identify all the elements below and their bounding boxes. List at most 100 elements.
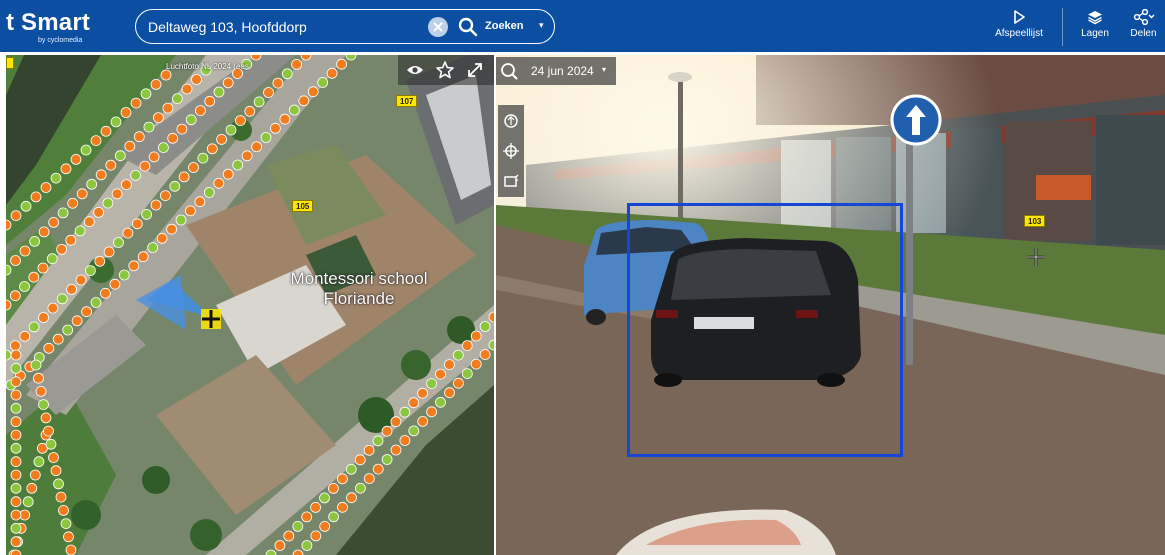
recording-point[interactable] — [10, 389, 22, 401]
recording-point[interactable] — [381, 425, 393, 437]
recording-point[interactable] — [336, 473, 348, 485]
recording-point[interactable] — [10, 469, 22, 481]
recording-point[interactable] — [279, 113, 291, 125]
recording-point[interactable] — [310, 530, 322, 542]
recording-point[interactable] — [38, 312, 49, 323]
recording-point[interactable] — [336, 58, 348, 70]
recording-point[interactable] — [326, 67, 338, 79]
recording-point[interactable] — [48, 452, 59, 463]
recording-point[interactable] — [10, 349, 22, 361]
measure-button[interactable] — [501, 141, 521, 161]
address-tag[interactable]: 103 — [1024, 215, 1046, 227]
layers-button[interactable]: Lagen — [1072, 6, 1118, 48]
recording-point[interactable] — [67, 197, 79, 209]
recording-point[interactable] — [100, 125, 112, 137]
recording-point[interactable] — [10, 210, 22, 222]
recording-point[interactable] — [251, 141, 263, 153]
recording-point[interactable] — [131, 218, 143, 230]
recording-point[interactable] — [292, 549, 304, 555]
recording-point[interactable] — [435, 396, 446, 408]
recording-point[interactable] — [10, 255, 21, 266]
recording-point[interactable] — [74, 225, 86, 237]
recording-point[interactable] — [241, 150, 253, 162]
recording-point[interactable] — [100, 287, 111, 299]
recording-point[interactable] — [83, 216, 95, 228]
recording-point[interactable] — [298, 95, 310, 107]
recording-point[interactable] — [26, 482, 38, 494]
snapshot-button[interactable] — [501, 171, 521, 191]
search-input[interactable]: Deltaweg 103, Hoofddorp — [148, 19, 307, 35]
recording-point[interactable] — [250, 55, 262, 61]
recording-point[interactable] — [102, 197, 114, 209]
recording-point[interactable] — [40, 182, 52, 193]
recording-point[interactable] — [66, 283, 77, 295]
recording-point[interactable] — [56, 243, 67, 255]
recording-point[interactable] — [121, 179, 132, 191]
recording-point[interactable] — [232, 159, 244, 171]
recording-point[interactable] — [363, 473, 375, 485]
recording-point[interactable] — [269, 122, 281, 134]
recording-point[interactable] — [216, 134, 228, 145]
recording-point[interactable] — [470, 358, 482, 370]
recording-point[interactable] — [6, 264, 12, 276]
recording-point[interactable] — [10, 522, 22, 534]
recording-point[interactable] — [426, 378, 438, 390]
recording-point[interactable] — [143, 121, 155, 133]
recording-point[interactable] — [327, 482, 339, 494]
recording-point[interactable] — [222, 168, 234, 180]
recording-point[interactable] — [70, 154, 82, 165]
recording-point[interactable] — [426, 406, 438, 418]
expand-button[interactable] — [464, 59, 486, 81]
recording-point[interactable] — [194, 196, 206, 208]
recording-point[interactable] — [30, 191, 42, 203]
recording-point[interactable] — [274, 540, 286, 551]
playlist-button[interactable]: Afspeellijst — [986, 6, 1052, 48]
recording-point[interactable] — [76, 188, 88, 200]
recording-point[interactable] — [81, 306, 92, 318]
recording-point[interactable] — [260, 132, 272, 143]
recording-point[interactable] — [390, 444, 402, 456]
recording-point[interactable] — [140, 88, 152, 100]
zoom-button[interactable] — [496, 57, 522, 85]
recording-point[interactable] — [9, 340, 21, 352]
recording-point[interactable] — [263, 87, 274, 98]
recording-point[interactable] — [444, 387, 455, 399]
orientation-button[interactable] — [501, 111, 521, 131]
recording-point[interactable] — [85, 265, 96, 277]
recording-point[interactable] — [452, 377, 464, 389]
recording-point[interactable] — [225, 124, 237, 136]
recording-point[interactable] — [60, 163, 72, 175]
recording-point[interactable] — [157, 142, 169, 153]
recording-point[interactable] — [37, 262, 49, 274]
recording-date-select[interactable]: 24 jun 2024 ▾ — [522, 57, 616, 85]
recording-point[interactable] — [50, 465, 62, 477]
recording-point[interactable] — [159, 190, 171, 202]
recording-point[interactable] — [435, 368, 446, 380]
recording-point[interactable] — [354, 482, 366, 494]
recording-point[interactable] — [19, 330, 31, 342]
recording-point[interactable] — [399, 406, 411, 418]
recording-point[interactable] — [6, 349, 12, 361]
recording-point[interactable] — [167, 132, 179, 144]
recording-point[interactable] — [301, 511, 313, 523]
recording-point[interactable] — [317, 77, 329, 88]
recording-point[interactable] — [86, 178, 98, 190]
recording-point[interactable] — [188, 162, 199, 173]
recording-point[interactable] — [345, 463, 357, 475]
recording-point[interactable] — [345, 55, 357, 61]
recording-point[interactable] — [35, 385, 47, 397]
recording-point[interactable] — [443, 359, 455, 371]
recording-point[interactable] — [137, 251, 149, 263]
recording-point[interactable] — [6, 219, 12, 231]
recording-point[interactable] — [10, 509, 22, 521]
recording-point[interactable] — [105, 159, 117, 171]
recording-point[interactable] — [19, 281, 30, 292]
recording-point[interactable] — [124, 140, 136, 152]
recording-point[interactable] — [203, 187, 215, 198]
recording-point[interactable] — [62, 324, 74, 336]
recording-point[interactable] — [130, 170, 142, 181]
recording-point[interactable] — [38, 399, 49, 411]
recording-point[interactable] — [408, 425, 420, 437]
recording-point[interactable] — [319, 492, 330, 504]
recording-point[interactable] — [30, 359, 42, 371]
